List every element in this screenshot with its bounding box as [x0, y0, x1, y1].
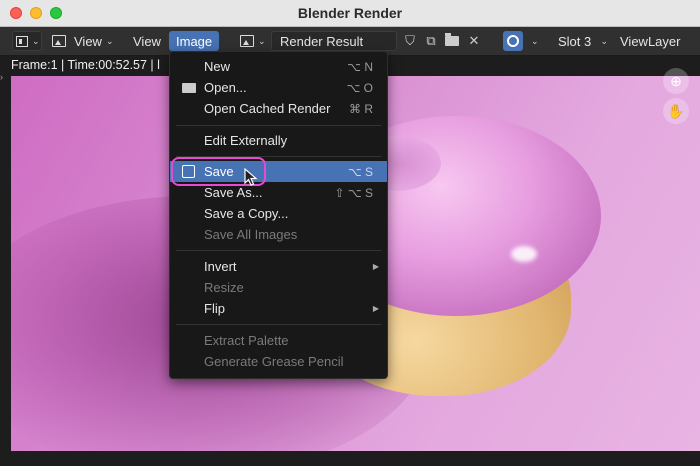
menu-item-save-a-copy[interactable]: Save a Copy...: [170, 203, 387, 224]
menu-item-extract-palette: Extract Palette: [170, 330, 387, 351]
copy-icon[interactable]: ⧉: [422, 31, 440, 51]
menu-item-open-cached-render[interactable]: Open Cached Render ⌘ R: [170, 98, 387, 119]
close-icon[interactable]: ✕: [465, 31, 483, 51]
view-menu[interactable]: View: [133, 31, 161, 51]
toolbar-expand-icon[interactable]: ›: [0, 72, 8, 86]
menu-item-label: Open Cached Render: [204, 101, 331, 116]
overlay-icon: [507, 35, 519, 47]
menu-item-edit-externally[interactable]: Edit Externally: [170, 130, 387, 151]
menu-item-shortcut: ⇧ ⌥ S: [334, 185, 373, 200]
overlay-dropdown[interactable]: ⌄: [527, 31, 539, 51]
image-menu-dropdown: New ⌥ N Open... ⌥ O Open Cached Render ⌘…: [169, 51, 388, 379]
menu-separator: [176, 250, 381, 251]
menu-item-label: New: [204, 59, 231, 74]
menu-item-label: Open...: [204, 80, 247, 95]
chevron-down-icon: ⌄: [531, 35, 539, 46]
menu-item-label: Edit Externally: [204, 133, 288, 148]
menu-item-label: Generate Grease Pencil: [204, 354, 344, 369]
menu-item-invert[interactable]: Invert ▶: [170, 256, 387, 277]
chevron-down-icon: ⌄: [32, 35, 40, 46]
folder-icon: [182, 83, 196, 93]
folder-icon[interactable]: [443, 31, 461, 51]
overlay-toggle[interactable]: [503, 31, 523, 51]
image-icon: [52, 35, 66, 47]
menu-item-new[interactable]: New ⌥ N: [170, 56, 387, 77]
menu-item-shortcut: ⌥ N: [347, 59, 373, 74]
image-menu[interactable]: Image: [169, 31, 220, 51]
hand-icon[interactable]: ✋: [663, 98, 689, 124]
menu-item-save-all-images: Save All Images: [170, 224, 387, 245]
title-bar: Blender Render: [0, 0, 700, 27]
chevron-down-icon: ⌄: [105, 35, 114, 46]
view-layer-selector[interactable]: ViewLayer: [620, 31, 680, 51]
submenu-arrow-icon: ▶: [372, 262, 379, 271]
view-mode-button[interactable]: View ⌄: [52, 31, 114, 51]
menu-item-open[interactable]: Open... ⌥ O: [170, 77, 387, 98]
editor-type-button[interactable]: ⌄: [12, 31, 42, 51]
menu-item-flip[interactable]: Flip ▶: [170, 298, 387, 319]
chevron-down-icon: ⌄: [600, 35, 608, 46]
submenu-arrow-icon: ▶: [372, 304, 379, 313]
menu-item-resize: Resize: [170, 277, 387, 298]
browse-image-button[interactable]: ⌄: [240, 31, 266, 51]
menu-item-label: Save a Copy...: [204, 206, 289, 221]
menu-item-label: Flip: [204, 301, 225, 316]
slot-selector[interactable]: Slot 3 ⌄: [554, 31, 612, 51]
zoom-icon[interactable]: ⊕: [663, 68, 689, 94]
menu-separator: [176, 324, 381, 325]
menu-item-label: Invert: [204, 259, 237, 274]
menu-item-shortcut: ⌘ R: [349, 101, 373, 116]
menu-separator: [176, 125, 381, 126]
menu-item-shortcut: ⌥ O: [346, 80, 374, 95]
slot-label: Slot 3: [558, 33, 592, 49]
menu-item-generate-grease-pencil: Generate Grease Pencil: [170, 351, 387, 372]
view-mode-label: View: [74, 33, 102, 49]
image-icon: [240, 35, 254, 47]
shield-icon[interactable]: ⛉: [401, 31, 419, 51]
chevron-down-icon: ⌄: [258, 35, 266, 46]
menu-item-shortcut: ⌥ S: [347, 164, 373, 179]
menu-item-label: Resize: [204, 280, 244, 295]
render-status: Frame:1 | Time:00:52.57 | l: [11, 58, 164, 74]
menu-item-label: Save All Images: [204, 227, 298, 242]
icing-highlight: [511, 246, 537, 262]
cursor-icon: [244, 168, 258, 186]
image-name-field[interactable]: Render Result: [271, 31, 397, 51]
menu-item-label: Extract Palette: [204, 333, 289, 348]
window-title: Blender Render: [297, 5, 403, 21]
editor-type-icon: [16, 35, 28, 47]
